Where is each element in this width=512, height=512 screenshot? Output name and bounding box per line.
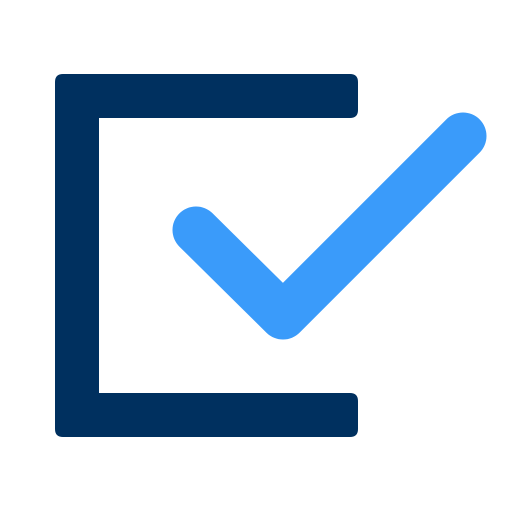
app-icon-canvas [0, 0, 512, 512]
check-mark [172, 112, 487, 340]
checkbox-checked-icon [55, 74, 487, 437]
